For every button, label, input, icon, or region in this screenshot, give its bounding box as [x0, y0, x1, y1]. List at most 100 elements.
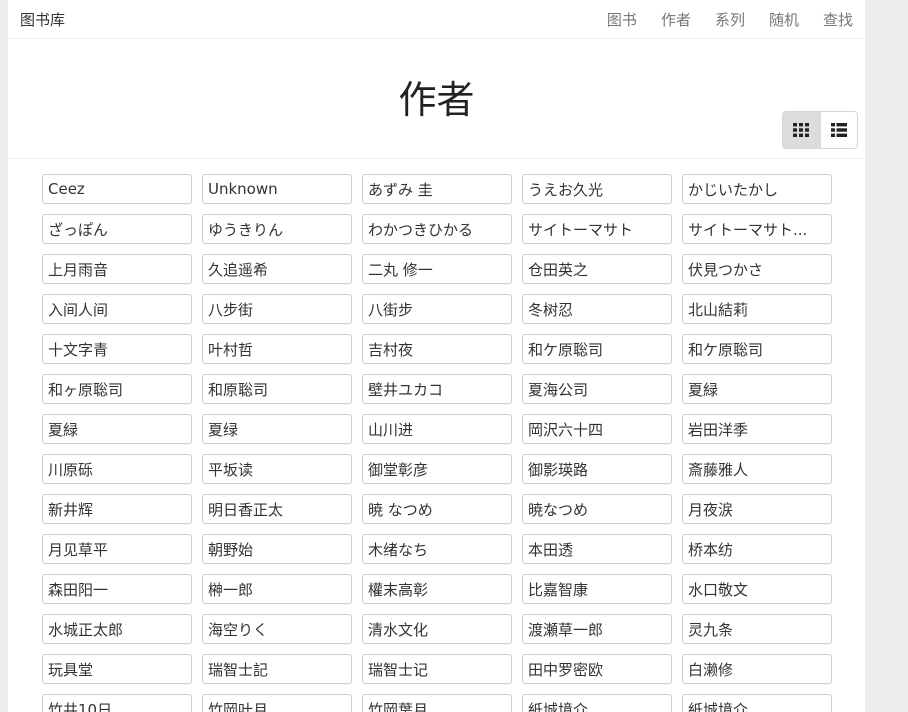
author-card[interactable]: 月见草平 — [42, 534, 192, 564]
author-card[interactable]: 上月雨音 — [42, 254, 192, 284]
author-name: 權末高彰 — [368, 580, 429, 599]
author-card[interactable]: 八街步 — [362, 294, 512, 324]
author-card[interactable]: 比嘉智康 — [522, 574, 672, 604]
author-name: Ceez — [48, 180, 85, 198]
author-card[interactable]: 新井辉 — [42, 494, 192, 524]
top-navbar: 图书库 图书 作者 系列 随机 查找 — [8, 0, 865, 39]
author-card[interactable]: 森田阳一 — [42, 574, 192, 604]
author-card[interactable]: 入间人间 — [42, 294, 192, 324]
author-card[interactable]: 紙城境介 — [522, 694, 672, 712]
nav-link-search[interactable]: 查找 — [823, 9, 853, 30]
nav-link-random[interactable]: 随机 — [769, 9, 799, 30]
author-card[interactable]: 水城正太郎 — [42, 614, 192, 644]
author-card[interactable]: 清水文化 — [362, 614, 512, 644]
author-card[interactable]: 瑞智士记 — [362, 654, 512, 684]
author-card[interactable]: 吉村夜 — [362, 334, 512, 364]
author-grid: Ceez Unknown あずみ 圭 うえお久光 かじいたかしざっぽん ゆうきりん わかつき… — [42, 174, 832, 712]
author-card[interactable]: 御影瑛路 — [522, 454, 672, 484]
author-card[interactable]: 海空りく — [202, 614, 352, 644]
author-card[interactable]: 仓田英之 — [522, 254, 672, 284]
author-card[interactable]: 十文字青 — [42, 334, 192, 364]
author-name: 和ケ原聡司 — [688, 340, 764, 359]
author-card[interactable]: 和ケ原聡司 — [682, 334, 832, 364]
author-card[interactable]: 冬树忍 — [522, 294, 672, 324]
author-name: 竹井10日 — [48, 700, 113, 712]
author-card[interactable]: 岡沢六十四 — [522, 414, 672, 444]
author-card[interactable]: 御堂彰彦 — [362, 454, 512, 484]
author-name: 新井辉 — [48, 500, 94, 519]
author-card[interactable]: 夏绿 — [202, 414, 352, 444]
author-name: 冬树忍 — [528, 300, 574, 319]
author-card[interactable]: 夏緑 — [682, 374, 832, 404]
author-card[interactable]: 竹岡叶月 — [202, 694, 352, 712]
author-card[interactable]: 竹岡葉月 — [362, 694, 512, 712]
author-card[interactable]: 久追遥希 — [202, 254, 352, 284]
author-card[interactable]: 紙城境介 — [682, 694, 832, 712]
author-card[interactable]: うえお久光 — [522, 174, 672, 204]
author-name: 桥本纺 — [688, 540, 734, 559]
author-name: 上月雨音 — [48, 260, 109, 279]
author-card[interactable]: 夏海公司 — [522, 374, 672, 404]
author-card[interactable]: 榊一郎 — [202, 574, 352, 604]
author-card[interactable]: わかつきひかる — [362, 214, 512, 244]
author-name: 岡沢六十四 — [528, 420, 604, 439]
author-name: 木绪なち — [368, 540, 429, 559]
author-name: サイトーマサト... — [688, 220, 808, 239]
author-name: 久追遥希 — [208, 260, 269, 279]
author-name: 水口敬文 — [688, 580, 749, 599]
author-card[interactable]: 白濑修 — [682, 654, 832, 684]
author-name: 玩具堂 — [48, 660, 94, 679]
author-card[interactable]: 岩田洋季 — [682, 414, 832, 444]
author-card[interactable]: 壁井ユカコ — [362, 374, 512, 404]
author-card[interactable]: 八步街 — [202, 294, 352, 324]
author-card[interactable]: ざっぽん — [42, 214, 192, 244]
nav-link-books[interactable]: 图书 — [607, 9, 637, 30]
author-card[interactable]: 和原聡司 — [202, 374, 352, 404]
author-card[interactable]: 暁 なつめ — [362, 494, 512, 524]
author-card[interactable]: 暁なつめ — [522, 494, 672, 524]
author-card[interactable]: 權末高彰 — [362, 574, 512, 604]
author-card[interactable]: 伏見つかさ — [682, 254, 832, 284]
author-card[interactable]: Unknown — [202, 174, 352, 204]
author-card[interactable]: 和ケ原聡司 — [522, 334, 672, 364]
author-card[interactable]: 桥本纺 — [682, 534, 832, 564]
author-name: 十文字青 — [48, 340, 109, 359]
author-name: 竹岡葉月 — [368, 700, 429, 712]
author-card[interactable]: 二丸 修一 — [362, 254, 512, 284]
grid-view-button[interactable] — [783, 112, 820, 148]
author-name: 斎藤雅人 — [688, 460, 749, 479]
author-card[interactable]: 叶村哲 — [202, 334, 352, 364]
nav-link-series[interactable]: 系列 — [715, 9, 745, 30]
author-name: 御堂彰彦 — [368, 460, 429, 479]
author-card[interactable]: 明日香正太 — [202, 494, 352, 524]
author-card[interactable]: 月夜涙 — [682, 494, 832, 524]
author-card[interactable]: 夏緑 — [42, 414, 192, 444]
author-card[interactable]: 木绪なち — [362, 534, 512, 564]
author-card[interactable]: 瑞智士記 — [202, 654, 352, 684]
author-card[interactable]: 朝野始 — [202, 534, 352, 564]
author-card[interactable]: 渡瀬草一郎 — [522, 614, 672, 644]
author-card[interactable]: 山川进 — [362, 414, 512, 444]
author-card[interactable]: 玩具堂 — [42, 654, 192, 684]
author-card[interactable]: ゆうきりん — [202, 214, 352, 244]
author-card[interactable]: あずみ 圭 — [362, 174, 512, 204]
nav-link-authors[interactable]: 作者 — [661, 9, 691, 30]
author-card[interactable]: 竹井10日 — [42, 694, 192, 712]
author-card[interactable]: 本田透 — [522, 534, 672, 564]
view-toggle — [782, 111, 858, 149]
author-card[interactable]: 斎藤雅人 — [682, 454, 832, 484]
list-view-button[interactable] — [819, 112, 858, 148]
author-card[interactable]: Ceez — [42, 174, 192, 204]
author-card[interactable]: かじいたかし — [682, 174, 832, 204]
author-card[interactable]: 北山結莉 — [682, 294, 832, 324]
author-name: あずみ 圭 — [368, 180, 433, 199]
author-card[interactable]: 灵九条 — [682, 614, 832, 644]
author-card[interactable]: 平坂读 — [202, 454, 352, 484]
author-card[interactable]: 和ヶ原聡司 — [42, 374, 192, 404]
author-card[interactable]: 田中罗密欧 — [522, 654, 672, 684]
author-card[interactable]: サイトーマサト — [522, 214, 672, 244]
author-card[interactable]: 水口敬文 — [682, 574, 832, 604]
author-card[interactable]: 川原砾 — [42, 454, 192, 484]
brand-link[interactable]: 图书库 — [20, 9, 65, 30]
author-card[interactable]: サイトーマサト... — [682, 214, 832, 244]
